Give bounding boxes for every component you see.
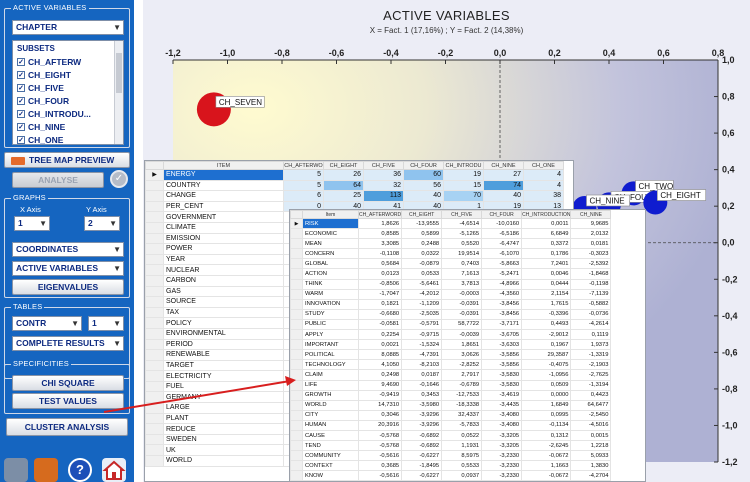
app-window: ACTIVE VARIABLES CHAPTER ▼ SUBSETS ✓ CH_A… <box>0 0 750 482</box>
arrow-line <box>103 380 291 413</box>
annotation-arrow <box>103 376 296 413</box>
arrow-head <box>285 376 296 386</box>
